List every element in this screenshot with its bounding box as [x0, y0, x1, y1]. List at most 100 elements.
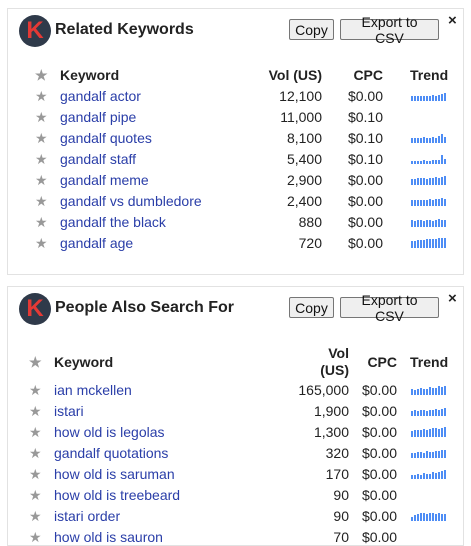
trend-bar [444, 408, 446, 416]
trend-sparkline [411, 154, 446, 164]
trend-bar [417, 96, 419, 101]
star-icon[interactable]: ★ [35, 172, 48, 189]
trend-bar [417, 138, 419, 143]
star-icon[interactable]: ★ [29, 382, 42, 399]
trend-bar [420, 200, 422, 206]
trend-bar [432, 472, 434, 479]
trend-bar [414, 430, 416, 437]
volume-value: 70 [333, 529, 349, 545]
trend-bar [420, 452, 422, 458]
trend-bar [420, 410, 422, 416]
star-icon[interactable]: ★ [35, 235, 48, 252]
trend-bar [438, 513, 440, 521]
star-icon[interactable]: ★ [29, 529, 42, 546]
copy-button[interactable]: Copy [289, 19, 334, 40]
trend-bar [417, 411, 419, 416]
copy-button[interactable]: Copy [289, 297, 334, 318]
star-icon[interactable]: ★ [35, 130, 48, 147]
star-icon[interactable]: ★ [29, 403, 42, 420]
trend-bar [411, 241, 413, 248]
trend-bar [423, 200, 425, 206]
keyword-link[interactable]: istari [54, 403, 84, 419]
trend-bar [414, 515, 416, 521]
col-trend: Trend [410, 67, 449, 83]
trend-bar [441, 155, 443, 164]
trend-bar [426, 389, 428, 395]
keyword-link[interactable]: how old is saruman [54, 466, 175, 482]
cpc-value: $0.00 [361, 424, 397, 440]
table-row: ★ how old is sauron 70 $0.00 [8, 529, 463, 545]
trend-bar [411, 411, 413, 416]
trend-bar [444, 386, 446, 395]
star-icon[interactable]: ★ [35, 151, 48, 168]
trend-bar [441, 471, 443, 479]
trend-bar [417, 514, 419, 521]
keyword-link[interactable]: gandalf age [60, 235, 133, 251]
keyword-link[interactable]: gandalf quotations [54, 445, 168, 461]
keyword-link[interactable]: gandalf quotes [60, 130, 152, 146]
star-icon[interactable]: ★ [35, 214, 48, 231]
trend-bar [417, 161, 419, 164]
star-icon[interactable]: ★ [29, 466, 42, 483]
keyword-link[interactable]: gandalf vs dumbledore [60, 193, 202, 209]
volume-value: 1,900 [313, 403, 349, 419]
star-all-icon[interactable]: ★ [35, 67, 48, 84]
volume-value: 880 [298, 214, 322, 230]
trend-bar [429, 513, 431, 521]
star-icon[interactable]: ★ [35, 88, 48, 105]
close-icon[interactable]: × [448, 291, 457, 306]
trend-bar [432, 388, 434, 395]
keyword-link[interactable]: gandalf staff [60, 151, 136, 167]
trend-bar [441, 134, 443, 143]
trend-bar [432, 239, 434, 248]
star-icon[interactable]: ★ [35, 193, 48, 210]
trend-bar [438, 472, 440, 479]
trend-bar [435, 239, 437, 248]
table-row: ★ gandalf quotations 320 $0.00 [8, 445, 463, 461]
trend-bar [426, 200, 428, 206]
star-icon[interactable]: ★ [29, 487, 42, 504]
trend-bar [441, 198, 443, 206]
cpc-value: $0.00 [361, 445, 397, 461]
keyword-link[interactable]: how old is sauron [54, 529, 163, 545]
trend-bar [444, 238, 446, 248]
table-row: ★ gandalf staff 5,400 $0.10 [8, 151, 463, 167]
star-icon[interactable]: ★ [35, 109, 48, 126]
star-icon[interactable]: ★ [29, 508, 42, 525]
volume-value: 90 [333, 508, 349, 524]
keyword-link[interactable]: istari order [54, 508, 120, 524]
trend-bar [426, 514, 428, 521]
col-trend: Trend [410, 354, 449, 370]
trend-bar [426, 96, 428, 101]
keyword-link[interactable]: gandalf the black [60, 214, 166, 230]
keyword-link[interactable]: gandalf meme [60, 172, 149, 188]
keyword-link[interactable]: how old is legolas [54, 424, 165, 440]
table-row: ★ gandalf meme 2,900 $0.00 [8, 172, 463, 188]
trend-sparkline [411, 133, 446, 143]
trend-bar [426, 451, 428, 458]
trend-sparkline [411, 385, 446, 395]
trend-bar [438, 136, 440, 143]
keyword-link[interactable]: ian mckellen [54, 382, 132, 398]
table-row: ★ gandalf age 720 $0.00 [8, 235, 463, 251]
close-icon[interactable]: × [448, 13, 457, 28]
keyword-link[interactable]: gandalf pipe [60, 109, 136, 125]
trend-bar [444, 427, 446, 437]
star-icon[interactable]: ★ [29, 424, 42, 441]
keyword-link[interactable]: how old is treebeard [54, 487, 180, 503]
export-csv-button[interactable]: Export to CSV [340, 292, 439, 324]
star-icon[interactable]: ★ [29, 445, 42, 462]
trend-bar [417, 200, 419, 206]
star-all-icon[interactable]: ★ [29, 354, 42, 371]
keyword-link[interactable]: gandalf actor [60, 88, 141, 104]
trend-bar [411, 475, 413, 479]
export-csv-button[interactable]: Export to CSV [340, 14, 439, 46]
trend-bar [429, 387, 431, 395]
volume-value: 720 [298, 235, 322, 251]
cpc-value: $0.00 [361, 487, 397, 503]
trend-bar [435, 138, 437, 143]
trend-bar [438, 386, 440, 395]
trend-bar [420, 96, 422, 101]
trend-bar [444, 137, 446, 143]
keywords-everywhere-logo: K [19, 15, 51, 47]
